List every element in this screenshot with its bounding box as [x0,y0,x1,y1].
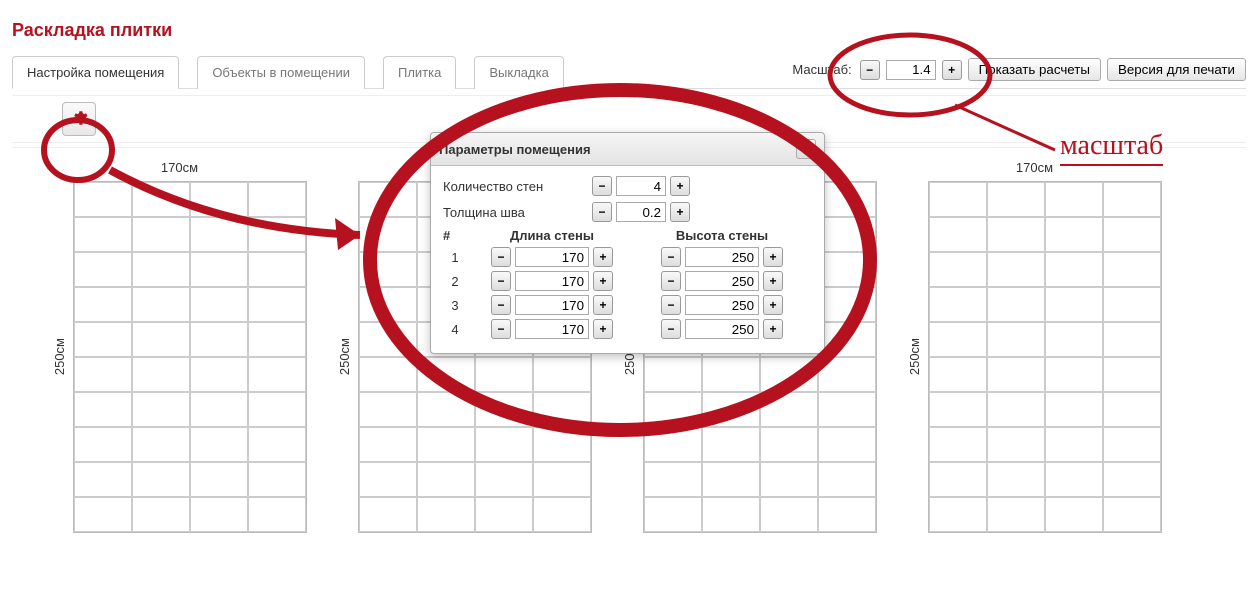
height-input[interactable] [685,247,759,267]
right-controls: Масштаб: − + Показать расчеты Версия для… [792,58,1246,85]
seam-width-label: Толщина шва [443,205,588,220]
wall-count-minus[interactable]: − [592,176,612,196]
length-minus[interactable]: − [491,271,511,291]
wall-preview-4: 170см 250см [907,160,1162,533]
length-input[interactable] [515,247,589,267]
tabs: Настройка помещения Объекты в помещении … [12,55,564,88]
wall-height-label: 250см [337,338,352,375]
length-minus[interactable]: − [491,319,511,339]
length-minus[interactable]: − [491,247,511,267]
scale-plus-button[interactable]: + [942,60,962,80]
dialog-body: Количество стен − + Толщина шва − + # Дл… [431,166,824,353]
length-input[interactable] [515,319,589,339]
height-input[interactable] [685,295,759,315]
room-settings-button[interactable] [62,102,96,136]
length-plus[interactable]: + [593,319,613,339]
print-version-button[interactable]: Версия для печати [1107,58,1246,81]
height-plus[interactable]: + [763,271,783,291]
wall-row: 3 − + − + [443,295,812,315]
tile-grid[interactable] [73,181,307,533]
wall-count-input[interactable] [616,176,666,196]
wall-height-label: 250см [52,338,67,375]
scale-input[interactable] [886,60,936,80]
seam-input[interactable] [616,202,666,222]
wall-width-label: 170см [161,160,198,175]
height-minus[interactable]: − [661,319,681,339]
length-plus[interactable]: + [593,271,613,291]
col-height-header: Высота стены [637,228,807,243]
row-index: 3 [443,298,467,313]
top-bar: Настройка помещения Объекты в помещении … [12,55,1246,89]
tile-grid[interactable] [928,181,1162,533]
length-input[interactable] [515,271,589,291]
wall-width-label: 170см [1016,160,1053,175]
gear-icon [70,109,88,130]
length-minus[interactable]: − [491,295,511,315]
col-index-header: # [443,228,467,243]
tab-room-settings[interactable]: Настройка помещения [12,56,179,89]
seam-plus[interactable]: + [670,202,690,222]
wall-row: 1 − + − + [443,247,812,267]
row-index: 4 [443,322,467,337]
wall-row: 4 − + − + [443,319,812,339]
tab-tile[interactable]: Плитка [383,56,456,89]
height-input[interactable] [685,319,759,339]
seam-minus[interactable]: − [592,202,612,222]
wall-preview-1: 170см 250см [52,160,307,533]
height-plus[interactable]: + [763,295,783,315]
height-minus[interactable]: − [661,247,681,267]
height-minus[interactable]: − [661,295,681,315]
show-calculations-button[interactable]: Показать расчеты [968,58,1101,81]
col-length-header: Длина стены [467,228,637,243]
dialog-close-button[interactable]: ✕ [796,139,816,159]
height-plus[interactable]: + [763,247,783,267]
wall-count-plus[interactable]: + [670,176,690,196]
length-plus[interactable]: + [593,247,613,267]
height-minus[interactable]: − [661,271,681,291]
row-index: 2 [443,274,467,289]
length-plus[interactable]: + [593,295,613,315]
page-title: Раскладка плитки [12,20,1246,41]
dialog-header[interactable]: Параметры помещения ✕ [431,133,824,166]
height-input[interactable] [685,271,759,291]
wall-row: 2 − + − + [443,271,812,291]
tab-layout[interactable]: Выкладка [474,56,563,89]
dialog-title: Параметры помещения [439,142,591,157]
height-plus[interactable]: + [763,319,783,339]
scale-label: Масштаб: [792,62,851,77]
room-params-dialog: Параметры помещения ✕ Количество стен − … [430,132,825,354]
scale-minus-button[interactable]: − [860,60,880,80]
close-icon: ✕ [801,143,810,156]
wall-count-label: Количество стен [443,179,588,194]
length-input[interactable] [515,295,589,315]
row-index: 1 [443,250,467,265]
wall-height-label: 250см [907,338,922,375]
tab-objects[interactable]: Объекты в помещении [197,56,365,89]
